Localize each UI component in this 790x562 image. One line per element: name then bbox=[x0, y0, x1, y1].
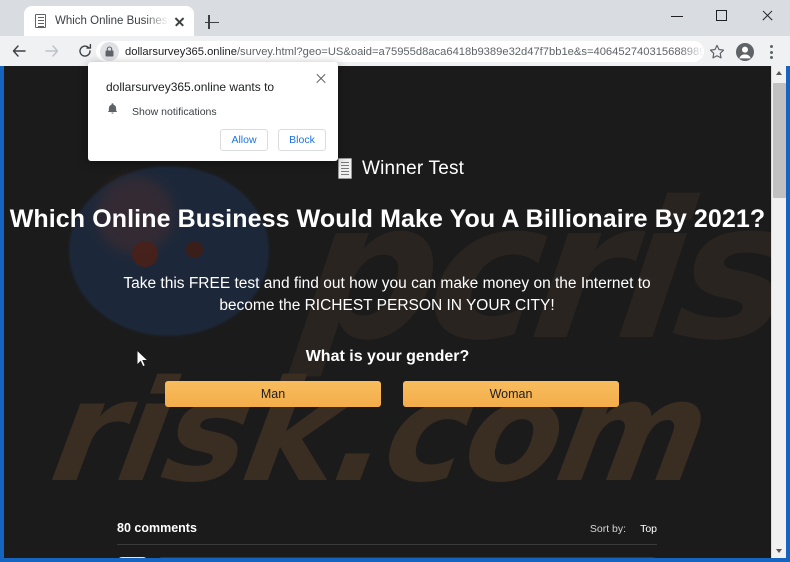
browser-window: Which Online Business Would M dollarsurv… bbox=[0, 0, 790, 562]
url-path: /survey.html?geo=US&oaid=a75955d8aca6418… bbox=[236, 45, 704, 58]
document-icon bbox=[33, 13, 48, 29]
bookmark-star-icon[interactable] bbox=[708, 43, 726, 61]
comments-section: 80 comments Sort by: Top bbox=[117, 521, 657, 558]
address-bar[interactable]: dollarsurvey365.online/survey.html?geo=U… bbox=[96, 41, 704, 62]
comments-header: 80 comments Sort by: Top bbox=[117, 521, 657, 545]
sort-by-value[interactable]: Top bbox=[640, 523, 657, 535]
new-tab-button[interactable] bbox=[202, 12, 222, 32]
close-icon[interactable] bbox=[171, 13, 188, 30]
background-dot bbox=[132, 241, 158, 267]
survey-answers: Man Woman bbox=[165, 381, 619, 407]
allow-button[interactable]: Allow bbox=[220, 129, 268, 151]
comment-body: Kelly Stone OMG this is soooo true 😱😱😱 L… bbox=[158, 557, 657, 558]
site-brand-name: Winner Test bbox=[362, 158, 465, 179]
lock-icon bbox=[100, 42, 119, 61]
survey-question: What is your gender? bbox=[305, 348, 470, 365]
close-icon[interactable] bbox=[745, 0, 790, 30]
forward-arrow-icon bbox=[38, 37, 66, 65]
close-icon[interactable] bbox=[313, 70, 329, 86]
scroll-thumb[interactable] bbox=[773, 83, 786, 198]
answer-button-woman[interactable]: Woman bbox=[403, 381, 619, 407]
three-dot-menu-icon[interactable] bbox=[762, 42, 780, 62]
comments-sort: Sort by: Top bbox=[590, 523, 657, 535]
block-button[interactable]: Block bbox=[278, 129, 326, 151]
page-headline: Which Online Business Would Make You A B… bbox=[9, 205, 766, 233]
browser-tab[interactable]: Which Online Business Would M bbox=[24, 6, 194, 36]
newspaper-icon bbox=[336, 158, 353, 180]
profile-avatar-icon[interactable] bbox=[735, 42, 755, 62]
back-arrow-icon[interactable] bbox=[5, 37, 33, 65]
permission-request-row: Show notifications bbox=[106, 102, 217, 121]
permission-dialog-title: dollarsurvey365.online wants to bbox=[106, 80, 275, 94]
scroll-down-arrow[interactable] bbox=[772, 543, 786, 558]
page-subheadline: Take this FREE test and find out how you… bbox=[123, 275, 651, 314]
reload-icon[interactable] bbox=[71, 37, 99, 65]
answer-button-man[interactable]: Man bbox=[165, 381, 381, 407]
background-dot bbox=[186, 241, 203, 258]
browser-tab-title: Which Online Business Would M bbox=[55, 15, 169, 27]
list-item: Kelly Stone OMG this is soooo true 😱😱😱 L… bbox=[117, 557, 657, 558]
permission-request-label: Show notifications bbox=[132, 105, 217, 118]
site-brand: Winner Test bbox=[336, 158, 464, 180]
comments-count: 80 comments bbox=[117, 521, 197, 535]
browser-tab-strip: Which Online Business Would M bbox=[0, 0, 790, 36]
sort-by-label: Sort by: bbox=[589, 523, 627, 535]
maximize-icon[interactable] bbox=[700, 0, 745, 30]
notification-permission-dialog: dollarsurvey365.online wants to Show not… bbox=[88, 62, 338, 161]
url-host: dollarsurvey365.online bbox=[125, 45, 237, 58]
scroll-up-arrow[interactable] bbox=[772, 66, 786, 81]
address-bar-url: dollarsurvey365.online/survey.html?geo=U… bbox=[125, 46, 704, 58]
minimize-icon[interactable] bbox=[655, 0, 700, 30]
bell-icon bbox=[106, 102, 119, 121]
avatar bbox=[117, 557, 148, 558]
permission-dialog-actions: Allow Block bbox=[220, 129, 326, 151]
watermark-bottom: risk.com bbox=[41, 351, 719, 514]
comment-bubble: Kelly Stone OMG this is soooo true 😱😱😱 bbox=[158, 557, 657, 558]
page-scrollbar[interactable] bbox=[771, 66, 786, 558]
